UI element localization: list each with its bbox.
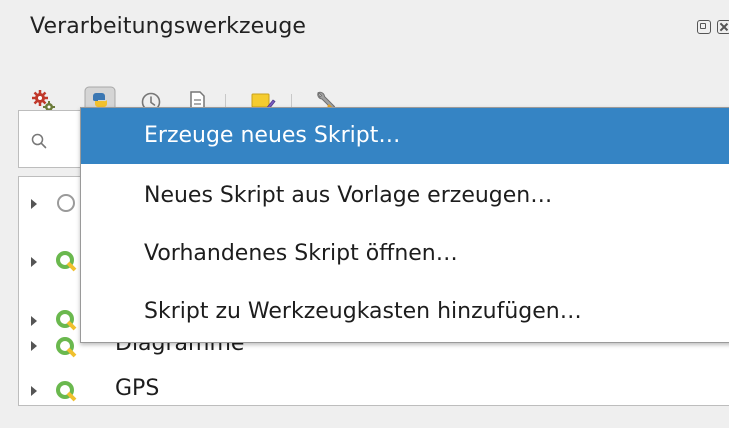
qgis-icon bbox=[56, 381, 77, 402]
menu-item-new-script-from-template[interactable]: Neues Skript aus Vorlage erzeugen… bbox=[81, 168, 729, 224]
tree-item[interactable]: GPS bbox=[19, 372, 729, 428]
menu-item-create-new-script[interactable]: Erzeuge neues Skript… bbox=[81, 108, 729, 164]
script-dropdown-menu: Erzeuge neues Skript… Neues Skript aus V… bbox=[80, 107, 729, 343]
qgis-icon bbox=[56, 337, 77, 358]
qgis-icon bbox=[56, 251, 77, 272]
close-panel-button[interactable] bbox=[717, 20, 729, 34]
expand-arrow-icon[interactable] bbox=[31, 199, 37, 209]
float-panel-button[interactable] bbox=[697, 20, 711, 34]
expand-arrow-icon[interactable] bbox=[31, 257, 37, 267]
menu-item-open-existing-script[interactable]: Vorhandenes Skript öffnen… bbox=[81, 226, 729, 282]
expand-arrow-icon[interactable] bbox=[31, 316, 37, 326]
expand-arrow-icon[interactable] bbox=[31, 386, 37, 396]
panel-title: Verarbeitungswerkzeuge bbox=[30, 14, 307, 39]
search-icon bbox=[31, 133, 47, 149]
menu-item-add-script-to-toolbox[interactable]: Skript zu Werkzeugkasten hinzufügen… bbox=[81, 284, 729, 340]
gear-icon bbox=[57, 194, 75, 212]
expand-arrow-icon[interactable] bbox=[31, 341, 37, 351]
